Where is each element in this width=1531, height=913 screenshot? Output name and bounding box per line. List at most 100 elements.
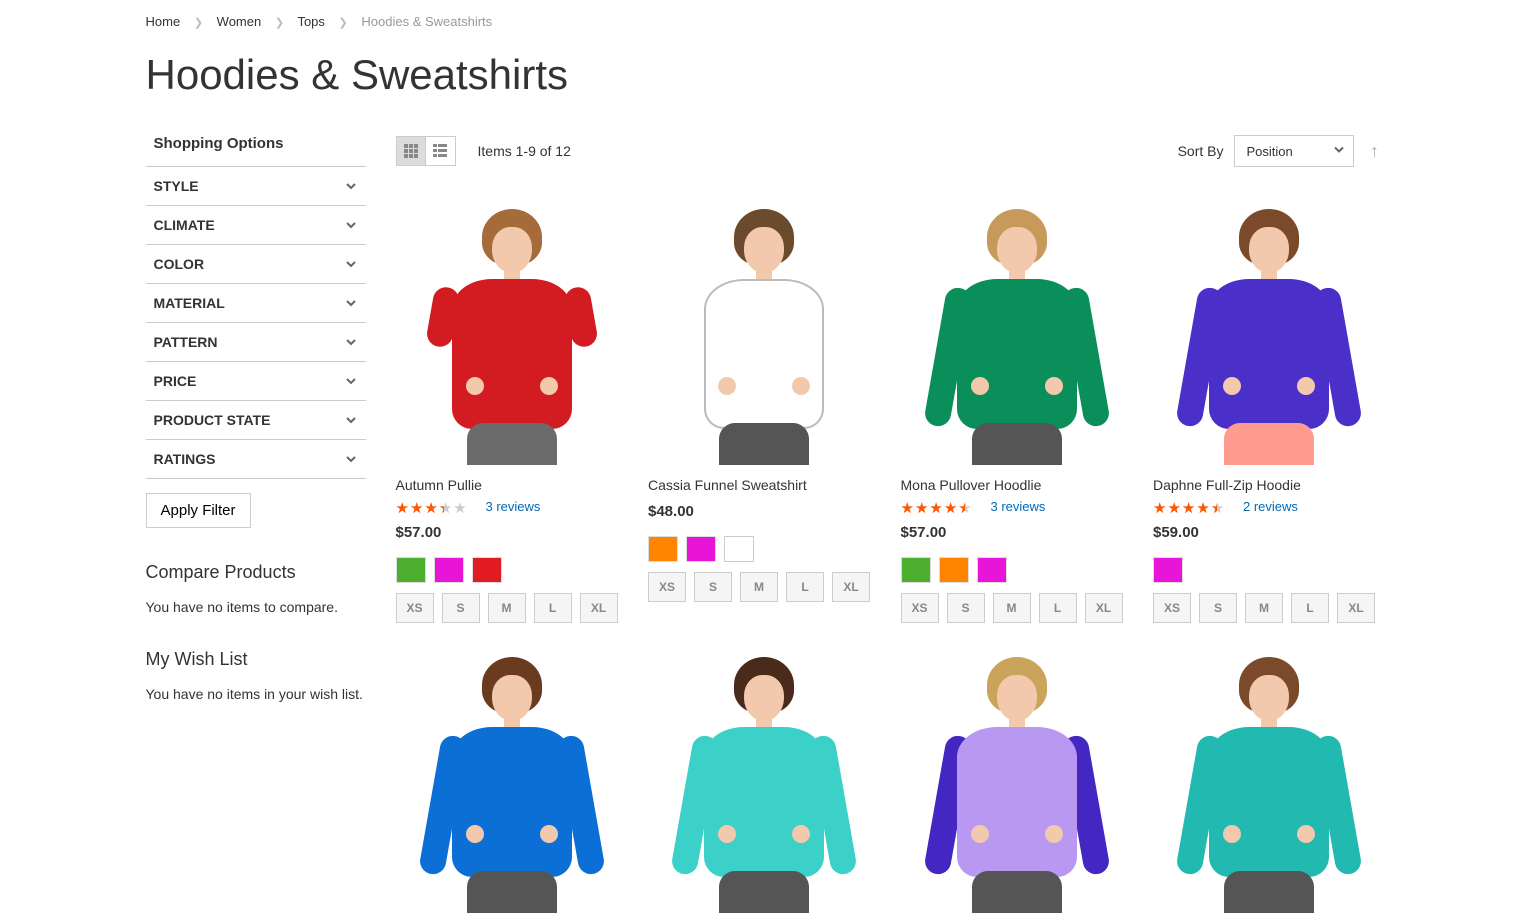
chevron-right-icon: ❯: [275, 17, 284, 29]
product-price: $57.00: [396, 524, 629, 541]
breadcrumb-current: Hoodies & Sweatshirts: [361, 14, 492, 29]
rating-stars: ★★★★★ ★★★★★: [901, 499, 981, 514]
reviews-link[interactable]: 2 reviews: [1243, 499, 1298, 514]
compare-products-heading: Compare Products: [146, 562, 366, 583]
chevron-right-icon: ❯: [339, 17, 348, 29]
grid-view-button[interactable]: [396, 136, 426, 166]
product-name-link[interactable]: Autumn Pullie: [396, 465, 629, 493]
color-swatch[interactable]: [472, 557, 502, 583]
product-card: [1153, 643, 1386, 913]
size-swatch-xs[interactable]: XS: [1153, 593, 1191, 623]
chevron-down-icon: [344, 335, 358, 349]
filter-label: PATTERN: [154, 334, 218, 350]
color-swatch[interactable]: [648, 536, 678, 562]
chevron-down-icon: [344, 296, 358, 310]
wishlist-heading: My Wish List: [146, 649, 366, 670]
product-image[interactable]: [901, 643, 1134, 913]
color-swatch[interactable]: [977, 557, 1007, 583]
size-swatch-xs[interactable]: XS: [901, 593, 939, 623]
color-swatch[interactable]: [901, 557, 931, 583]
arrow-up-icon: ↑: [1370, 141, 1379, 162]
color-swatch[interactable]: [939, 557, 969, 583]
rating-stars: ★★★★★ ★★★★★: [396, 499, 476, 514]
product-price: $48.00: [648, 503, 881, 520]
size-swatch-m[interactable]: M: [1245, 593, 1283, 623]
sort-by-label: Sort By: [1178, 143, 1224, 159]
product-card: Autumn Pullie ★★★★★ ★★★★★ 3 reviews $57.0…: [396, 195, 629, 623]
product-card: [396, 643, 629, 913]
product-name-link[interactable]: Cassia Funnel Sweatshirt: [648, 465, 881, 493]
color-swatch[interactable]: [434, 557, 464, 583]
filter-label: PRODUCT STATE: [154, 412, 271, 428]
product-image[interactable]: [396, 643, 629, 913]
reviews-link[interactable]: 3 reviews: [991, 499, 1046, 514]
product-image[interactable]: [901, 195, 1134, 465]
filter-product-state[interactable]: PRODUCT STATE: [146, 401, 366, 440]
grid-icon: [404, 144, 418, 158]
product-card: Mona Pullover Hoodlie ★★★★★ ★★★★★ 3 revi…: [901, 195, 1134, 623]
product-card: Cassia Funnel Sweatshirt $48.00 XS SML XL: [648, 195, 881, 623]
filter-pattern[interactable]: PATTERN: [146, 323, 366, 362]
product-image[interactable]: [648, 643, 881, 913]
size-swatch-s[interactable]: S: [442, 593, 480, 623]
breadcrumb-link[interactable]: Women: [217, 14, 262, 29]
size-swatch-xs[interactable]: XS: [648, 572, 686, 602]
chevron-down-icon: [344, 374, 358, 388]
size-swatch-l[interactable]: L: [786, 572, 824, 602]
filter-style[interactable]: STYLE: [146, 167, 366, 206]
list-view-button[interactable]: [426, 136, 456, 166]
color-swatch[interactable]: [686, 536, 716, 562]
product-name-link[interactable]: Daphne Full-Zip Hoodie: [1153, 465, 1386, 493]
size-swatch-l[interactable]: L: [534, 593, 572, 623]
sort-by-select[interactable]: Position: [1234, 135, 1354, 167]
compare-empty-text: You have no items to compare.: [146, 599, 366, 615]
shopping-options-heading: Shopping Options: [146, 135, 366, 167]
filter-label: CLIMATE: [154, 217, 215, 233]
color-swatch[interactable]: [724, 536, 754, 562]
size-swatch-xl[interactable]: XL: [832, 572, 870, 602]
product-name-link[interactable]: Mona Pullover Hoodlie: [901, 465, 1134, 493]
filter-label: COLOR: [154, 256, 205, 272]
reviews-link[interactable]: 3 reviews: [486, 499, 541, 514]
size-swatch-xl[interactable]: XL: [580, 593, 618, 623]
filter-price[interactable]: PRICE: [146, 362, 366, 401]
size-swatch-s[interactable]: S: [1199, 593, 1237, 623]
filter-climate[interactable]: CLIMATE: [146, 206, 366, 245]
list-icon: [433, 144, 447, 158]
size-swatch-s[interactable]: S: [947, 593, 985, 623]
filter-label: PRICE: [154, 373, 197, 389]
product-image[interactable]: [396, 195, 629, 465]
breadcrumb: Home ❯ Women ❯ Tops ❯ Hoodies & Sweatshi…: [146, 0, 1386, 43]
size-swatch-l[interactable]: L: [1039, 593, 1077, 623]
apply-filter-button[interactable]: Apply Filter: [146, 493, 251, 528]
product-image[interactable]: [1153, 643, 1386, 913]
filter-material[interactable]: MATERIAL: [146, 284, 366, 323]
color-swatch[interactable]: [1153, 557, 1183, 583]
product-card: Daphne Full-Zip Hoodie ★★★★★ ★★★★★ 2 rev…: [1153, 195, 1386, 623]
sort-direction-button[interactable]: ↑: [1364, 140, 1386, 162]
size-swatch-m[interactable]: M: [488, 593, 526, 623]
size-swatch-l[interactable]: L: [1291, 593, 1329, 623]
size-swatch-m[interactable]: M: [740, 572, 778, 602]
chevron-right-icon: ❯: [194, 17, 203, 29]
product-price: $57.00: [901, 524, 1134, 541]
product-image[interactable]: [1153, 195, 1386, 465]
size-swatch-xl[interactable]: XL: [1085, 593, 1123, 623]
filter-color[interactable]: COLOR: [146, 245, 366, 284]
size-swatch-xl[interactable]: XL: [1337, 593, 1375, 623]
rating-stars: ★★★★★ ★★★★★: [1153, 499, 1233, 514]
size-swatch-xs[interactable]: XS: [396, 593, 434, 623]
product-card: [648, 643, 881, 913]
breadcrumb-link[interactable]: Home: [146, 14, 181, 29]
product-price: $59.00: [1153, 524, 1386, 541]
filter-ratings[interactable]: RATINGS: [146, 440, 366, 479]
size-swatch-m[interactable]: M: [993, 593, 1031, 623]
color-swatch[interactable]: [396, 557, 426, 583]
toolbar: Items 1-9 of 12 Sort By Position ↑: [396, 135, 1386, 167]
chevron-down-icon: [344, 257, 358, 271]
breadcrumb-link[interactable]: Tops: [297, 14, 324, 29]
product-image[interactable]: [648, 195, 881, 465]
chevron-down-icon: [344, 452, 358, 466]
size-swatch-s[interactable]: S: [694, 572, 732, 602]
chevron-down-icon: [1333, 144, 1345, 159]
